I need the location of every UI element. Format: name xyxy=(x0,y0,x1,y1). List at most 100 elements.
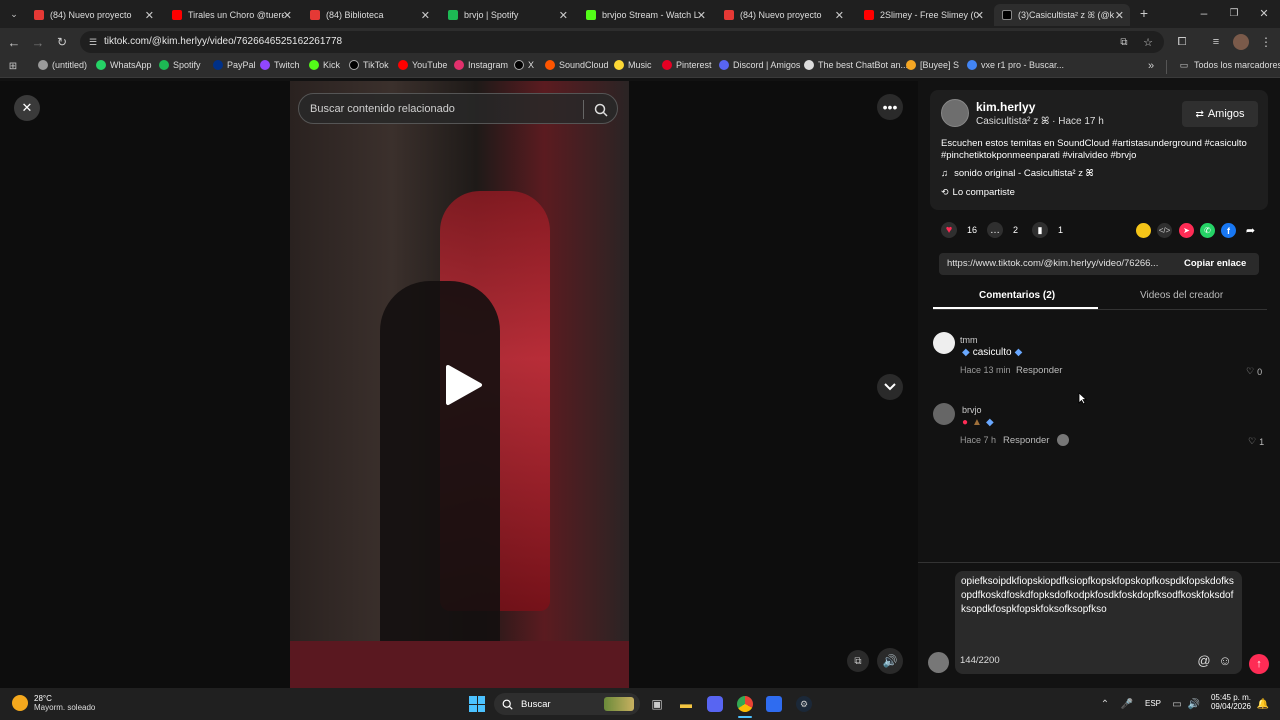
app-blue-icon[interactable] xyxy=(766,696,782,712)
bookmark-item[interactable]: TikTok xyxy=(349,60,389,70)
comment-composer[interactable]: opiefksoipdkfiopskiopdfksiopfkopskfopsko… xyxy=(955,571,1242,674)
extensions-icon[interactable]: ⧠ xyxy=(1174,34,1190,50)
embed-icon[interactable]: </> xyxy=(1157,223,1172,238)
emoji-icon[interactable]: ☺ xyxy=(1217,652,1233,668)
tab-close-icon[interactable]: ✕ xyxy=(421,9,430,22)
network-icon[interactable]: ▭ xyxy=(1170,696,1184,712)
reload-icon[interactable]: ↻ xyxy=(54,34,70,50)
reply-button[interactable]: Responder xyxy=(1003,435,1049,446)
sound-row[interactable]: ♫ sonido original - Casicultista² z ꕤ xyxy=(941,168,1094,179)
tab-close-icon[interactable]: ✕ xyxy=(559,9,568,22)
file-explorer-icon[interactable]: ▬ xyxy=(678,696,694,712)
volume-tray-icon[interactable]: 🔊 xyxy=(1187,696,1201,712)
copy-link-button[interactable]: Copiar enlace xyxy=(1184,258,1246,269)
share-friends-icon[interactable] xyxy=(1136,223,1151,238)
bookmark-item[interactable]: vxe r1 pro - Buscar... xyxy=(967,60,1064,70)
bookmark-item[interactable]: SoundCloud xyxy=(545,60,609,70)
bookmark-item[interactable]: Kick xyxy=(309,60,340,70)
tab-close-icon[interactable]: ✕ xyxy=(835,9,844,22)
next-video-button[interactable] xyxy=(877,374,903,400)
comment-like[interactable]: ♡ 1 xyxy=(1248,436,1264,447)
site-info-icon[interactable]: ☰ xyxy=(86,35,100,49)
bookmark-item[interactable]: Twitch xyxy=(260,60,300,70)
address-bar[interactable]: ☰ tiktok.com/@kim.herlyy/video/762664652… xyxy=(80,31,1164,53)
play-icon[interactable] xyxy=(444,364,484,406)
reply-button[interactable]: Responder xyxy=(1016,365,1062,376)
start-button[interactable] xyxy=(469,696,485,712)
bookmark-item[interactable]: Music xyxy=(614,60,652,70)
discord-icon[interactable] xyxy=(707,696,723,712)
new-tab-icon[interactable]: + xyxy=(1136,5,1152,21)
comment-avatar[interactable] xyxy=(933,332,955,354)
notifications-icon[interactable]: 🔔 xyxy=(1256,696,1270,712)
tab-comments[interactable]: Comentarios (2) xyxy=(979,290,1055,301)
floating-player-button[interactable]: ⧉ xyxy=(847,650,869,672)
back-icon[interactable]: ← xyxy=(6,34,22,50)
share-more-icon[interactable]: ➦ xyxy=(1243,223,1258,238)
browser-tab[interactable]: brvjo | Spotify ✕ xyxy=(440,4,574,26)
browser-tab[interactable]: Tirales un Choro @tuerec ✕ xyxy=(164,4,298,26)
comment-input[interactable]: opiefksoipdkfiopskiopdfksiopfkopskfopsko… xyxy=(961,575,1237,617)
bookmark-item[interactable]: Spotify xyxy=(159,60,201,70)
bookmark-item[interactable]: YouTube xyxy=(398,60,447,70)
task-view-icon[interactable]: ▣ xyxy=(649,696,665,712)
bookmark-item[interactable]: The best ChatBot an... xyxy=(804,60,908,70)
comment-button[interactable]: … 2 xyxy=(987,222,1018,238)
bookmark-item[interactable]: Discord | Amigos xyxy=(719,60,800,70)
weather-widget[interactable]: 28°C Mayorm. soleado xyxy=(12,694,95,712)
bookmark-item[interactable]: (untitled) xyxy=(38,60,87,70)
all-bookmarks[interactable]: ▭ Todos los marcadores xyxy=(1178,60,1280,71)
profile-avatar[interactable] xyxy=(1233,34,1249,50)
tab-creator-videos[interactable]: Videos del creador xyxy=(1140,290,1223,301)
tab-close-icon[interactable]: ✕ xyxy=(975,9,984,22)
microphone-icon[interactable]: 🎤 xyxy=(1120,696,1134,712)
forward-icon[interactable]: → xyxy=(30,34,46,50)
comment-username[interactable]: brvjo xyxy=(962,405,982,415)
browser-tab[interactable]: (84) Nuevo proyecto ✕ xyxy=(716,4,850,26)
send-icon[interactable]: ➤ xyxy=(1179,223,1194,238)
tab-search-icon[interactable]: ⌄ xyxy=(6,6,22,22)
search-related-input[interactable]: Buscar contenido relacionado xyxy=(298,93,618,124)
browser-tab[interactable]: 2Slimey - Free Slimey (Of ✕ xyxy=(856,4,990,26)
comment-username[interactable]: tmm xyxy=(960,335,978,345)
install-app-icon[interactable]: ⧉ xyxy=(1116,34,1132,50)
show-hidden-icons[interactable]: ⌃ xyxy=(1098,696,1112,712)
minimize-icon[interactable]: – xyxy=(1196,5,1212,21)
post-comment-button[interactable]: ↑ xyxy=(1249,654,1269,674)
browser-tab[interactable]: (3)Casicultista² z ꕤ (@kim ✕ xyxy=(994,4,1130,26)
author-avatar[interactable] xyxy=(941,99,969,127)
steam-icon[interactable]: ⚙ xyxy=(796,696,812,712)
tab-close-icon[interactable]: ✕ xyxy=(283,9,292,22)
whatsapp-icon[interactable]: ✆ xyxy=(1200,223,1215,238)
media-icon[interactable]: ≡ xyxy=(1208,34,1224,50)
bookmark-item[interactable]: X xyxy=(514,60,534,70)
friends-button[interactable]: ⇄ Amigos xyxy=(1182,101,1258,127)
bookmark-item[interactable]: Instagram xyxy=(454,60,508,70)
search-icon[interactable] xyxy=(591,100,611,119)
bookmark-item[interactable]: WhatsApp xyxy=(96,60,152,70)
bookmark-item[interactable]: Pinterest xyxy=(662,60,712,70)
browser-tab[interactable]: (84) Nuevo proyecto ✕ xyxy=(26,4,160,26)
facebook-icon[interactable]: f xyxy=(1221,223,1236,238)
taskbar-search[interactable]: Buscar xyxy=(494,693,640,715)
language-indicator[interactable]: ESP xyxy=(1145,699,1161,708)
volume-button[interactable]: 🔊 xyxy=(877,648,903,674)
clock[interactable]: 05:45 p. m. 09/04/2026 xyxy=(1203,693,1251,711)
chrome-icon[interactable] xyxy=(737,696,753,712)
bookmark-item[interactable]: PayPal xyxy=(213,60,256,70)
comment-avatar[interactable] xyxy=(933,403,955,425)
bookmarks-overflow-icon[interactable]: » xyxy=(1144,59,1158,73)
maximize-icon[interactable]: ❐ xyxy=(1226,5,1242,21)
close-video-button[interactable]: ✕ xyxy=(14,95,40,121)
author-username[interactable]: kim.herlyy xyxy=(976,100,1035,114)
bookmark-star-icon[interactable]: ☆ xyxy=(1140,34,1156,50)
comment-like[interactable]: ♡ 0 xyxy=(1246,366,1262,377)
browser-tab[interactable]: (84) Biblioteca ✕ xyxy=(302,4,436,26)
tab-close-icon[interactable]: ✕ xyxy=(697,9,706,22)
tab-close-icon[interactable]: ✕ xyxy=(145,9,154,22)
mention-icon[interactable]: @ xyxy=(1196,652,1212,668)
browser-tab[interactable]: brvjoo Stream - Watch Liv ✕ xyxy=(578,4,712,26)
apps-grid-icon[interactable]: ⊞ xyxy=(6,59,20,73)
more-options-button[interactable]: ••• xyxy=(877,94,903,120)
browser-menu-icon[interactable]: ⋮ xyxy=(1258,34,1274,50)
